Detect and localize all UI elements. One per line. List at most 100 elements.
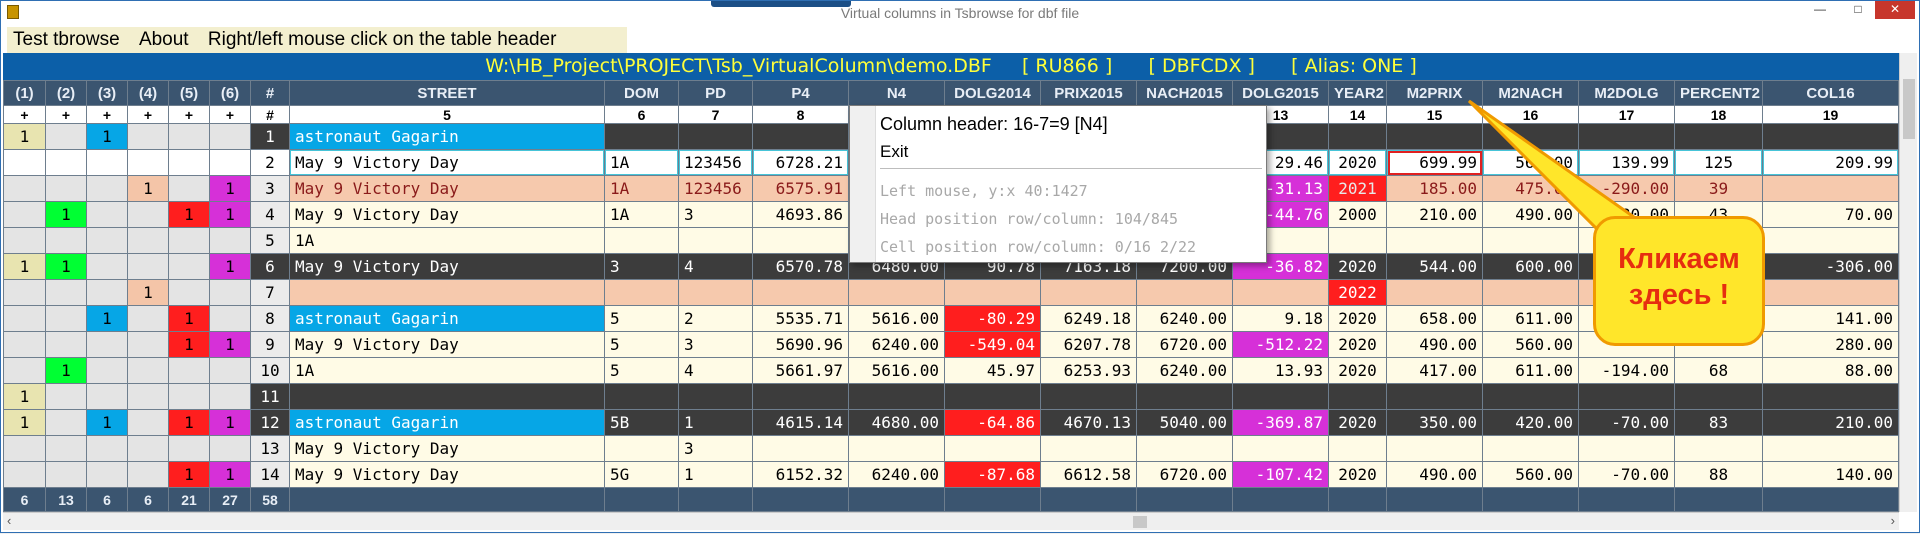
table-cell[interactable] bbox=[1674, 435, 1763, 462]
virtual-column-cell[interactable] bbox=[168, 357, 210, 384]
table-cell[interactable]: -306.00 bbox=[1762, 253, 1899, 280]
row-number-cell[interactable]: 5 bbox=[250, 227, 290, 254]
column-header[interactable]: N4 bbox=[848, 80, 945, 106]
column-header[interactable]: (1) bbox=[3, 80, 46, 106]
column-number[interactable]: + bbox=[209, 105, 251, 124]
virtual-column-cell[interactable] bbox=[168, 435, 210, 462]
table-cell[interactable]: 70.00 bbox=[1762, 201, 1899, 228]
table-cell[interactable]: 3 bbox=[678, 201, 753, 228]
virtual-column-cell[interactable] bbox=[86, 175, 128, 202]
table-cell[interactable]: 6570.78 bbox=[752, 253, 849, 280]
menu-header-hint[interactable]: Right/left mouse click on the table head… bbox=[208, 29, 557, 50]
table-cell[interactable]: 544.00 bbox=[1386, 253, 1483, 280]
virtual-column-cell[interactable] bbox=[3, 201, 46, 228]
column-number[interactable]: + bbox=[168, 105, 210, 124]
table-cell[interactable] bbox=[848, 435, 945, 462]
table-cell[interactable] bbox=[848, 279, 945, 306]
table-cell[interactable] bbox=[944, 279, 1041, 306]
table-cell[interactable]: 280.00 bbox=[1762, 331, 1899, 358]
table-cell[interactable]: 490.00 bbox=[1482, 201, 1579, 228]
table-cell[interactable] bbox=[604, 123, 679, 150]
table-cell[interactable]: 4 bbox=[678, 357, 753, 384]
column-header[interactable]: COL16 bbox=[1762, 80, 1899, 106]
table-cell[interactable]: 560.00 bbox=[1482, 149, 1579, 176]
table-cell[interactable]: May 9 Victory Day bbox=[289, 175, 605, 202]
table-cell[interactable]: 4615.14 bbox=[752, 409, 849, 436]
table-cell[interactable]: 3 bbox=[678, 435, 753, 462]
column-header[interactable]: (6) bbox=[209, 80, 251, 106]
column-header[interactable]: # bbox=[250, 80, 290, 106]
table-cell[interactable]: 6612.58 bbox=[1040, 461, 1137, 488]
virtual-column-cell[interactable] bbox=[168, 175, 210, 202]
table-cell[interactable]: -70.00 bbox=[1578, 409, 1675, 436]
virtual-column-cell[interactable] bbox=[86, 227, 128, 254]
column-header[interactable]: PERCENT2 bbox=[1674, 80, 1763, 106]
table-cell[interactable] bbox=[1482, 123, 1579, 150]
table-cell[interactable]: 2020 bbox=[1328, 149, 1387, 176]
virtual-column-cell[interactable]: 1 bbox=[3, 383, 46, 410]
column-header[interactable]: M2DOLG bbox=[1578, 80, 1675, 106]
table-cell[interactable]: 4693.86 bbox=[752, 201, 849, 228]
table-cell[interactable]: 2020 bbox=[1328, 409, 1387, 436]
table-cell[interactable] bbox=[1762, 279, 1899, 306]
column-number[interactable]: 17 bbox=[1578, 105, 1675, 124]
table-row[interactable]: 13 May 9 Victory Day 3 bbox=[3, 435, 1899, 462]
table-cell[interactable]: 6728.21 bbox=[752, 149, 849, 176]
table-cell[interactable]: 5616.00 bbox=[848, 357, 945, 384]
menu-about[interactable]: About bbox=[139, 29, 189, 50]
table-cell[interactable]: 350.00 bbox=[1386, 409, 1483, 436]
menu-test-tbrowse[interactable]: Test tbrowse bbox=[13, 29, 120, 50]
virtual-column-cell[interactable]: 1 bbox=[168, 201, 210, 228]
table-cell[interactable] bbox=[604, 383, 679, 410]
virtual-column-cell[interactable] bbox=[45, 461, 87, 488]
column-header[interactable]: (2) bbox=[45, 80, 87, 106]
column-number[interactable]: + bbox=[45, 105, 87, 124]
table-cell[interactable]: May 9 Victory Day bbox=[289, 331, 605, 358]
virtual-column-cell[interactable] bbox=[3, 175, 46, 202]
table-cell[interactable]: -369.87 bbox=[1232, 409, 1329, 436]
table-row[interactable]: 1 1 14 May 9 Victory Day 5G 1 6152.32 6240.00 -8… bbox=[3, 461, 1899, 488]
table-cell[interactable]: 5B bbox=[604, 409, 679, 436]
column-number[interactable]: 5 bbox=[289, 105, 605, 124]
virtual-column-cell[interactable] bbox=[3, 435, 46, 462]
virtual-column-cell[interactable] bbox=[127, 461, 169, 488]
virtual-column-cell[interactable] bbox=[127, 383, 169, 410]
table-cell[interactable]: -87.68 bbox=[944, 461, 1041, 488]
minimize-button[interactable]: — bbox=[1807, 1, 1833, 19]
table-cell[interactable] bbox=[1328, 227, 1387, 254]
table-cell[interactable]: 2020 bbox=[1328, 253, 1387, 280]
table-cell[interactable] bbox=[604, 435, 679, 462]
column-number[interactable]: 16 bbox=[1482, 105, 1579, 124]
virtual-column-cell[interactable] bbox=[45, 227, 87, 254]
table-cell[interactable] bbox=[1578, 435, 1675, 462]
table-cell[interactable]: -64.86 bbox=[944, 409, 1041, 436]
virtual-column-cell[interactable] bbox=[209, 357, 251, 384]
table-cell[interactable]: 2 bbox=[678, 305, 753, 332]
maximize-button[interactable]: □ bbox=[1845, 1, 1871, 19]
table-cell[interactable] bbox=[1762, 435, 1899, 462]
virtual-column-cell[interactable] bbox=[127, 305, 169, 332]
menu-item-exit[interactable]: Exit bbox=[880, 142, 908, 162]
table-cell[interactable]: 88.00 bbox=[1762, 357, 1899, 384]
table-cell[interactable]: -512.22 bbox=[1232, 331, 1329, 358]
table-cell[interactable]: 658.00 bbox=[1386, 305, 1483, 332]
virtual-column-cell[interactable] bbox=[127, 123, 169, 150]
table-cell[interactable] bbox=[1328, 383, 1387, 410]
table-cell[interactable] bbox=[752, 383, 849, 410]
table-cell[interactable]: 5661.97 bbox=[752, 357, 849, 384]
table-cell[interactable]: 2020 bbox=[1328, 331, 1387, 358]
table-cell[interactable] bbox=[289, 383, 605, 410]
row-number-cell[interactable]: 11 bbox=[250, 383, 290, 410]
virtual-column-cell[interactable] bbox=[209, 279, 251, 306]
table-cell[interactable] bbox=[1328, 435, 1387, 462]
table-cell[interactable]: 125 bbox=[1674, 149, 1763, 176]
column-header[interactable]: (4) bbox=[127, 80, 169, 106]
table-cell[interactable] bbox=[1578, 123, 1675, 150]
table-cell[interactable]: 4670.13 bbox=[1040, 409, 1137, 436]
table-cell[interactable]: 611.00 bbox=[1482, 305, 1579, 332]
column-number[interactable]: + bbox=[86, 105, 128, 124]
virtual-column-cell[interactable] bbox=[45, 123, 87, 150]
virtual-column-cell[interactable]: 1 bbox=[3, 409, 46, 436]
table-cell[interactable]: 2000 bbox=[1328, 201, 1387, 228]
table-cell[interactable] bbox=[1040, 279, 1137, 306]
